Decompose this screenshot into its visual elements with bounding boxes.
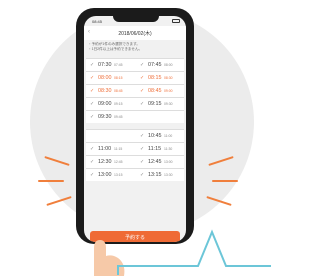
callout-bubble (117, 229, 271, 275)
